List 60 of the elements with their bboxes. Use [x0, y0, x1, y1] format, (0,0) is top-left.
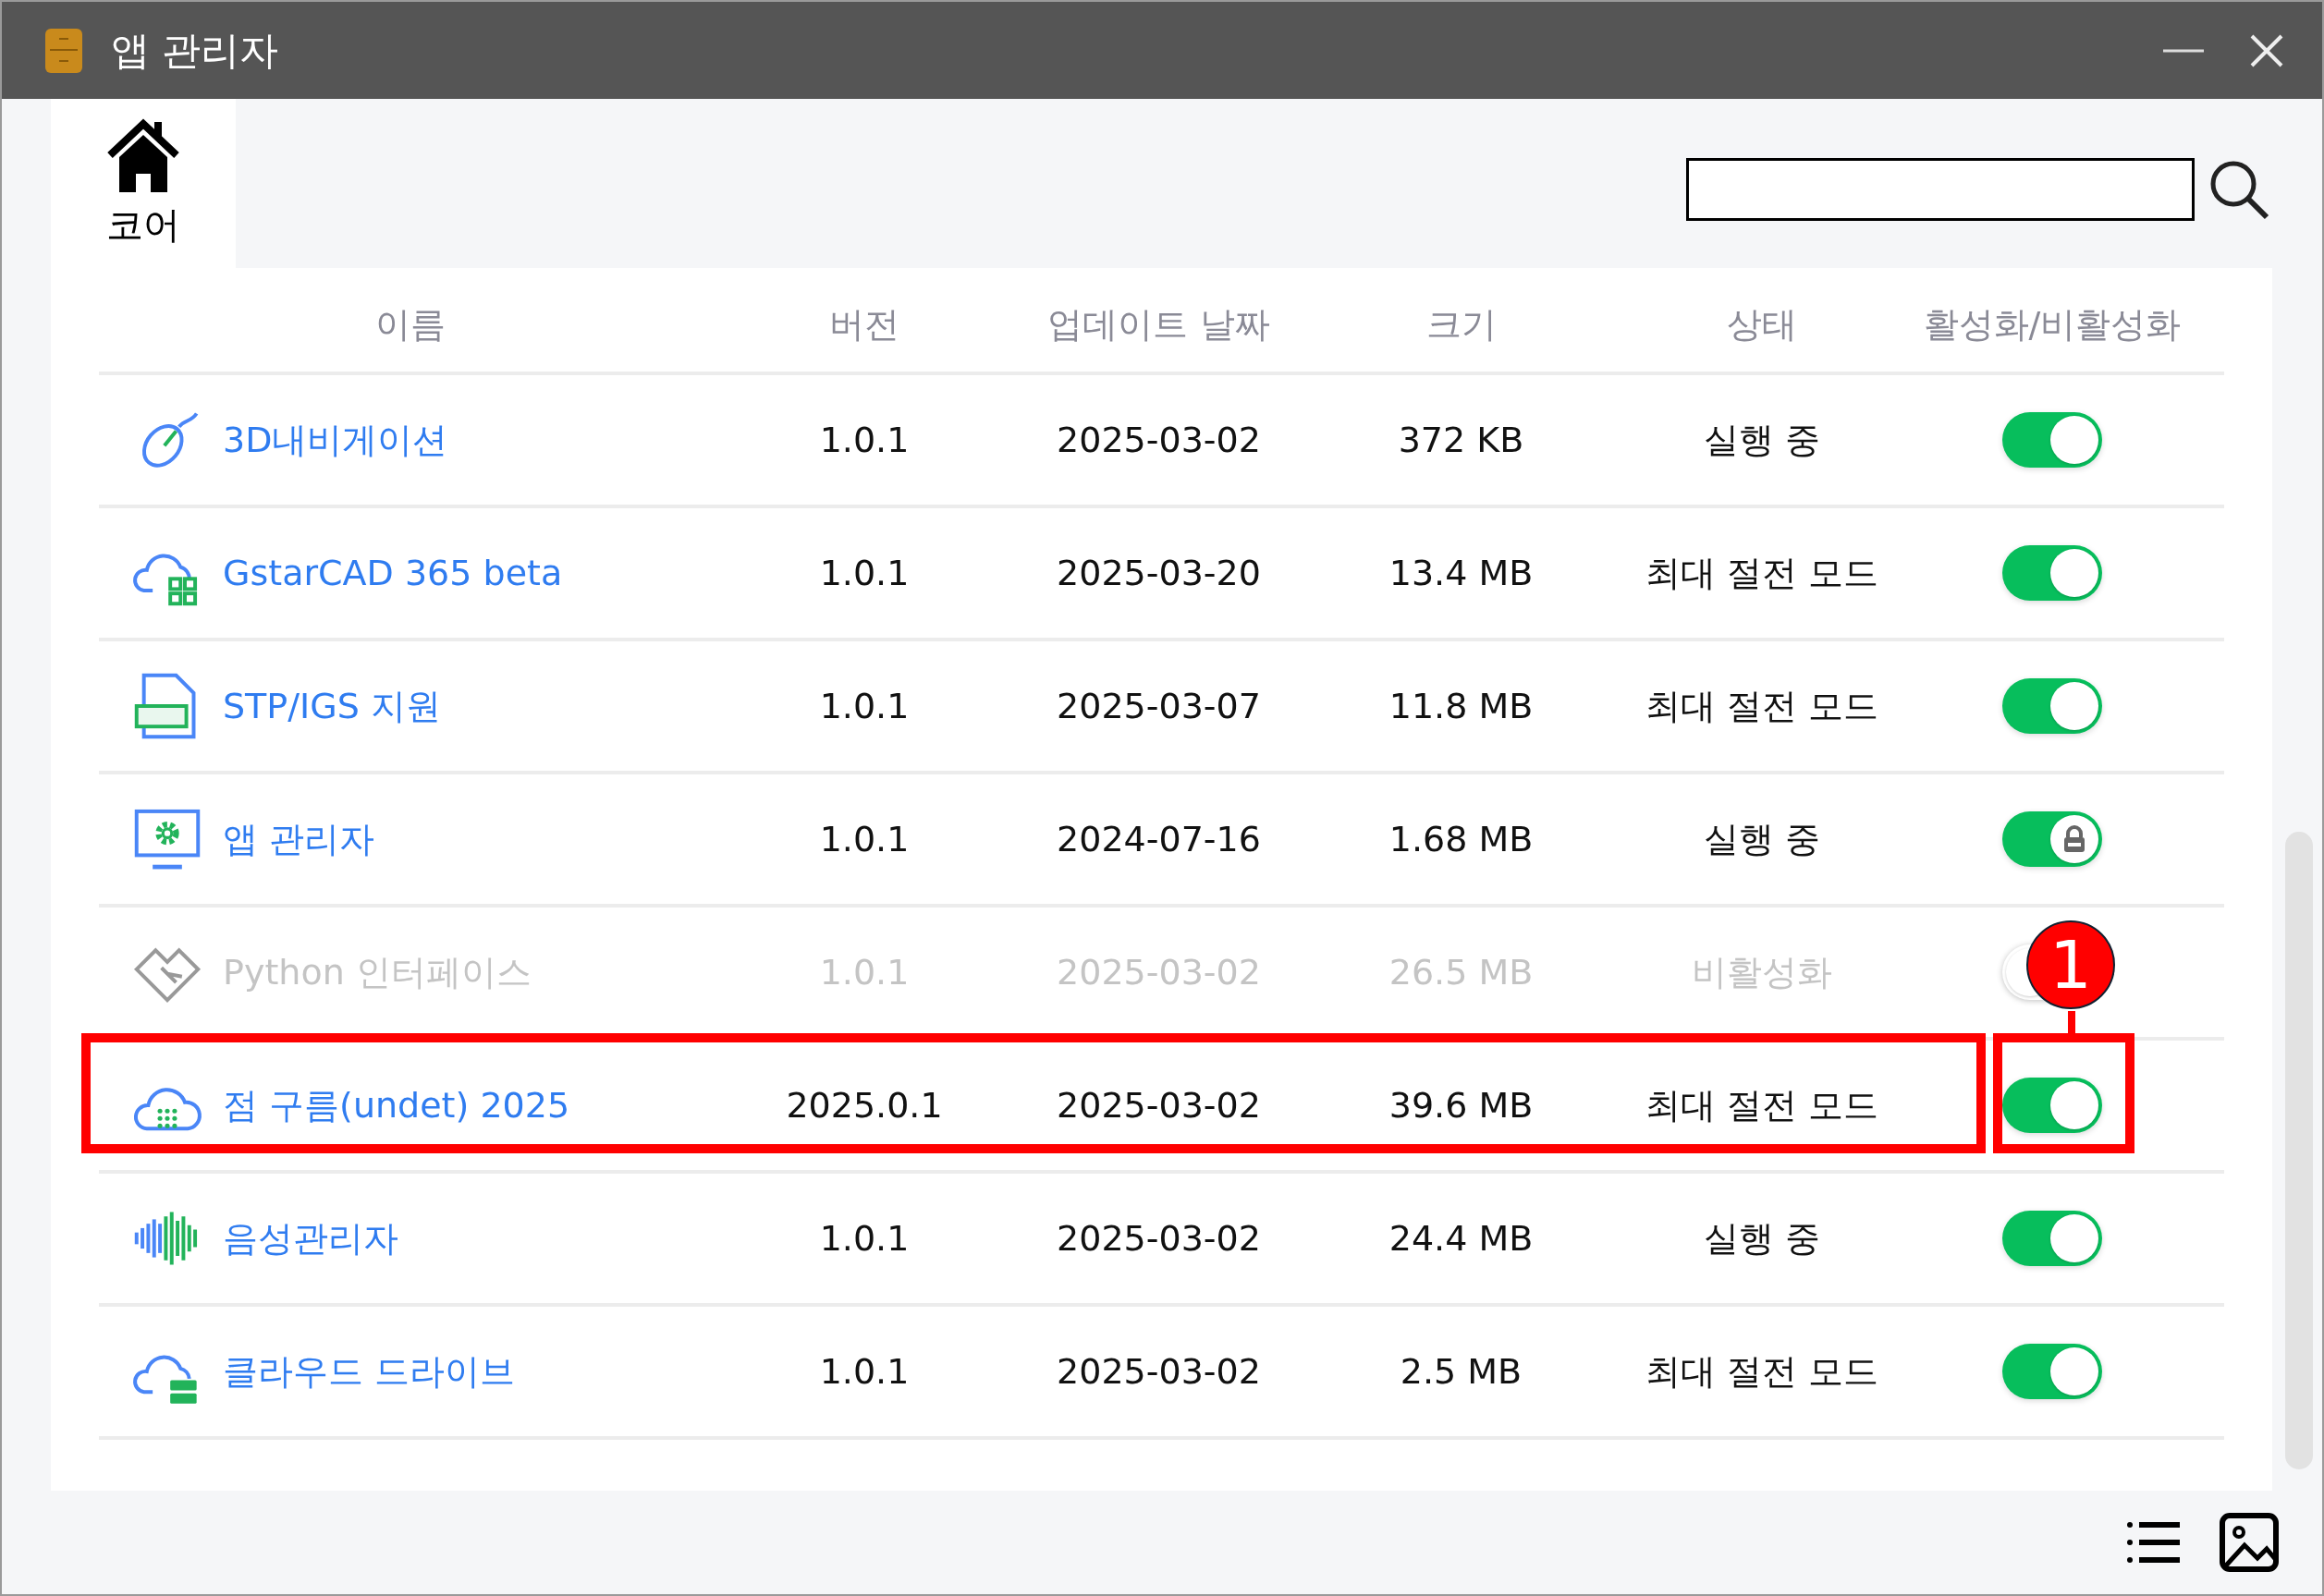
- version-cell-text: 1.0.1: [818, 819, 911, 859]
- app-name-link[interactable]: 앱 관리자: [223, 815, 375, 863]
- date-cell-text: 2025-03-20: [1056, 553, 1262, 593]
- home-tab[interactable]: 코어: [51, 99, 236, 268]
- version-cell-text: 1.0.1: [818, 1351, 911, 1392]
- version-cell-text: 1.0.1: [818, 686, 911, 726]
- date-cell-text: 2025-03-02: [1056, 420, 1262, 460]
- app-name-link[interactable]: 클라우드 드라이브: [223, 1347, 516, 1395]
- column-header: 이름: [373, 302, 446, 347]
- size-cell-text: 13.4 MB: [1388, 553, 1535, 593]
- lock-icon: [2061, 825, 2087, 853]
- app-name-link[interactable]: 음성관리자: [223, 1214, 398, 1262]
- column-header: 상태: [1726, 302, 1798, 347]
- status-cell-text: 실행 중: [1702, 817, 1822, 861]
- version-cell-text: 1.0.1: [818, 1218, 911, 1259]
- date-cell-text: 2025-03-02: [1056, 1351, 1262, 1392]
- version-cell-text: 1.0.1: [818, 420, 911, 460]
- size-cell-text: 1.68 MB: [1388, 819, 1535, 859]
- drawer-icon: [44, 27, 83, 74]
- column-header: 활성화/비활성화: [1922, 302, 2183, 347]
- size-cell-text: 26.5 MB: [1388, 952, 1535, 993]
- size-cell-text: 11.8 MB: [1388, 686, 1535, 726]
- status-cell-text: 실행 중: [1702, 418, 1822, 462]
- version-cell-text: 1.0.1: [818, 952, 911, 993]
- window-title: 앱 관리자: [111, 26, 280, 75]
- date-cell-text: 2025-03-07: [1056, 686, 1262, 726]
- app-name-link[interactable]: 점 구름(undet) 2025: [223, 1081, 570, 1129]
- size-cell-text: 372 KB: [1397, 420, 1525, 460]
- date-cell-text: 2025-03-02: [1056, 1085, 1262, 1126]
- size-cell-text: 24.4 MB: [1388, 1218, 1535, 1259]
- size-cell-text: 2.5 MB: [1399, 1351, 1523, 1392]
- status-cell-text: 최대 절전 모드: [1644, 1083, 1880, 1127]
- image-view-button[interactable]: [2219, 1512, 2280, 1573]
- date-cell-text: 2024-07-16: [1056, 819, 1262, 859]
- toggle-switch[interactable]: [2002, 811, 2102, 867]
- column-header: 버전: [828, 302, 900, 347]
- toggle-switch[interactable]: [2002, 1078, 2102, 1133]
- date-cell-text: 2025-03-02: [1056, 1218, 1262, 1259]
- number-callout-tooltip: 1: [2026, 920, 2115, 1009]
- app-name-link[interactable]: 3D내비게이션: [223, 416, 448, 464]
- app-name-link[interactable]: STP/IGS 지원: [223, 682, 441, 730]
- status-cell-text: 최대 절전 모드: [1644, 551, 1880, 595]
- toggle-switch[interactable]: [2002, 1211, 2102, 1266]
- toggle-switch[interactable]: [2002, 545, 2102, 601]
- size-cell-text: 39.6 MB: [1388, 1085, 1535, 1126]
- version-cell-text: 2025.0.1: [785, 1085, 944, 1126]
- status-cell-text: 실행 중: [1702, 1216, 1822, 1261]
- date-cell-text: 2025-03-02: [1056, 952, 1262, 993]
- status-cell-text: 최대 절전 모드: [1644, 684, 1880, 728]
- toggle-switch[interactable]: [2002, 1344, 2102, 1399]
- toggle-switch[interactable]: [2002, 678, 2102, 734]
- version-cell-text: 1.0.1: [818, 553, 911, 593]
- status-cell-text: 비활성화: [1691, 950, 1833, 994]
- column-header: 업데이트 날짜: [1046, 302, 1271, 347]
- app-name-link[interactable]: GstarCAD 365 beta: [223, 553, 563, 593]
- column-header: 크기: [1425, 302, 1498, 347]
- status-cell-text: 최대 절전 모드: [1644, 1349, 1880, 1394]
- search-field[interactable]: [1686, 157, 2195, 221]
- toggle-switch[interactable]: [2002, 412, 2102, 468]
- minimize-icon: [2163, 48, 2204, 53]
